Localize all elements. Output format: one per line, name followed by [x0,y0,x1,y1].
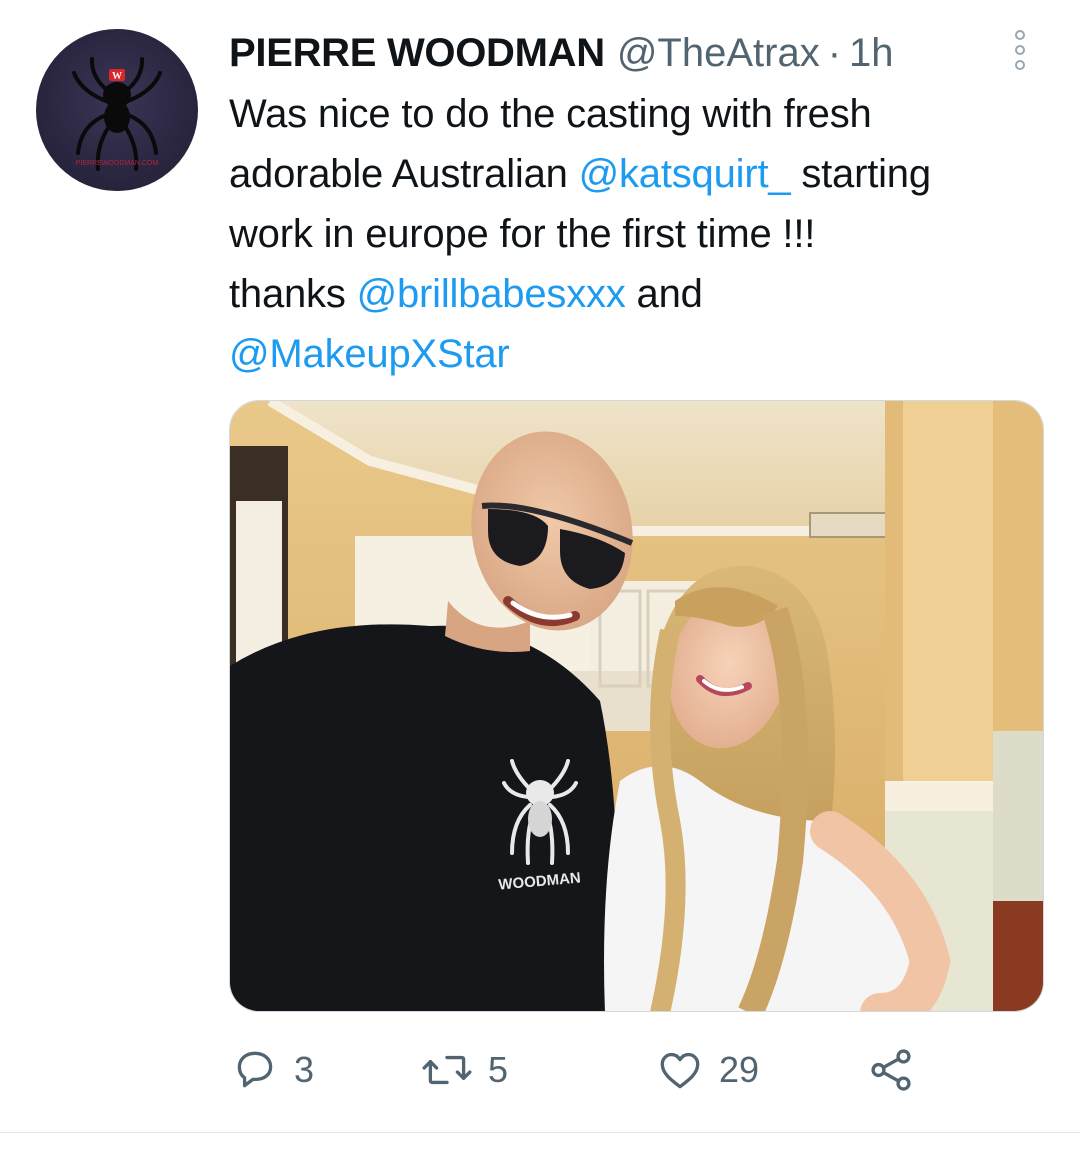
tweet-text-segment: adorable Australian [229,152,579,196]
tweet-text-segment: thanks [229,272,357,316]
tweet-header: PIERRE WOODMAN @TheAtrax · 1h [229,28,894,78]
avatar[interactable]: W PIERREWOODMAN.COM [36,29,198,191]
timestamp[interactable]: 1h [849,28,894,78]
photo-image: WOODMAN [230,401,1043,1011]
like-count: 29 [719,1049,760,1090]
reply-count: 3 [294,1049,315,1090]
tweet-text: Was nice to do the casting with fresh ado… [229,84,1049,384]
retweet-button[interactable]: 5 [420,1040,508,1100]
author-handle[interactable]: @TheAtrax [617,28,820,78]
separator-dot: · [827,31,842,75]
tweet-text-segment: and [625,272,703,316]
retweet-icon [422,1055,472,1085]
share-icon [871,1049,911,1091]
author-name[interactable]: PIERRE WOODMAN [229,28,605,78]
tweet-text-line: Was nice to do the casting with fresh [229,84,1049,144]
mention-link[interactable]: @MakeupXStar [229,332,510,376]
tweet-text-line: work in europe for the first time !!! [229,204,1049,264]
tweet[interactable]: W PIERREWOODMAN.COM PIERRE WOODMAN @TheA… [0,0,1080,1132]
divider [0,1132,1080,1133]
tweet-photo[interactable]: WOODMAN [229,400,1044,1012]
reply-icon [237,1051,273,1088]
spider-logo-icon: W PIERREWOODMAN.COM [72,57,162,171]
mention-link[interactable]: @brillbabesxxx [357,272,626,316]
share-button[interactable] [866,1040,916,1100]
tweet-text-segment: starting [790,152,931,196]
tweet-text-line: adorable Australian @katsquirt_ starting [229,144,1049,204]
like-button[interactable]: 29 [655,1040,759,1100]
svg-text:W: W [112,71,122,82]
tweet-text-segment: Was nice to do the casting with fresh [229,92,872,136]
reply-button[interactable]: 3 [230,1040,314,1100]
svg-text:PIERREWOODMAN.COM: PIERREWOODMAN.COM [76,160,159,167]
tweet-actions: 3 5 29 [230,1040,930,1100]
more-options-icon[interactable] [1008,28,1032,72]
retweet-count: 5 [488,1049,509,1090]
mention-link[interactable]: @katsquirt_ [579,152,791,196]
tweet-text-line: @MakeupXStar [229,324,1049,384]
heart-icon [660,1052,700,1089]
tweet-text-segment: work in europe for the first time !!! [229,212,816,256]
tweet-text-line: thanks @brillbabesxxx and [229,264,1049,324]
